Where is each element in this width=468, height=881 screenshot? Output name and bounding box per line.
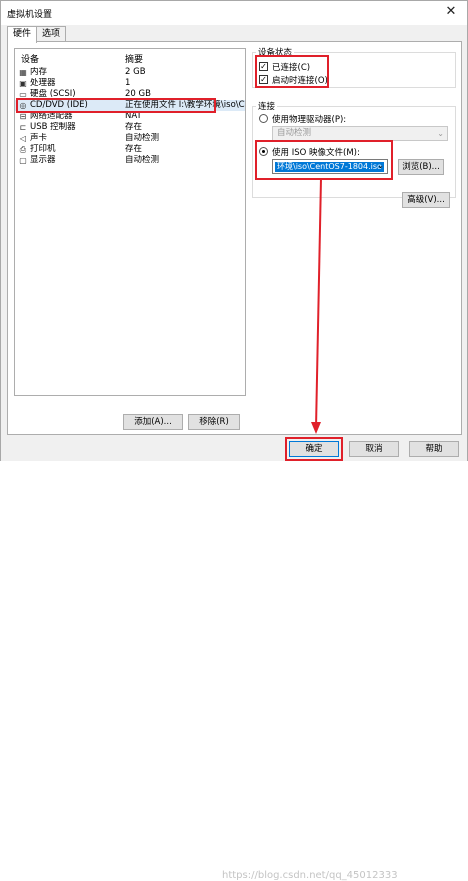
- iso-image-label: 使用 ISO 映像文件(M):: [272, 148, 360, 158]
- annotation-arrow: [311, 177, 322, 434]
- tab-options[interactable]: 选项: [36, 26, 67, 42]
- tab-strip: 硬件 选项: [7, 26, 67, 43]
- device-name: USB 控制器: [30, 122, 76, 132]
- iso-path-combobox[interactable]: 环境\iso\CentOS7-1804.iso ⌄: [272, 159, 388, 174]
- add-device-button[interactable]: 添加(A)...: [123, 414, 183, 430]
- help-button[interactable]: 帮助: [409, 441, 459, 457]
- device-name: 网络适配器: [30, 111, 73, 121]
- remove-device-button[interactable]: 移除(R): [188, 414, 240, 430]
- cdrom-icon: ◎: [19, 101, 27, 110]
- device-row-usb[interactable]: ⊏ USB 控制器 存在: [15, 122, 245, 133]
- device-name: CD/DVD (IDE): [30, 100, 88, 110]
- device-row-harddisk[interactable]: ▭ 硬盘 (SCSI) 20 GB: [15, 89, 245, 100]
- physical-drive-select[interactable]: 自动检测 ⌄: [272, 126, 448, 141]
- device-row-sound[interactable]: ◁ 声卡 自动检测: [15, 133, 245, 144]
- chevron-down-icon: ⌄: [437, 129, 444, 138]
- hardware-panel: 设备 摘要 ▦ 内存 2 GB ▣ 处理器 1 ▭ 硬盘 (SCSI) 20 G…: [7, 41, 462, 435]
- device-row-network[interactable]: ⊟ 网络适配器 NAT: [15, 111, 245, 122]
- connection-title: 连接: [256, 100, 278, 112]
- watermark-text: https://blog.csdn.net/qq_45012333: [222, 870, 398, 881]
- sound-icon: ◁: [19, 134, 27, 143]
- device-summary: 自动检测: [125, 155, 160, 165]
- device-status-title: 设备状态: [256, 46, 295, 58]
- ok-button[interactable]: 确定: [289, 441, 339, 457]
- device-summary: 自动检测: [125, 133, 160, 143]
- printer-icon: ⎙: [19, 145, 27, 154]
- device-name: 显示器: [30, 155, 56, 165]
- device-summary: 正在使用文件 I:\教学环境\iso\C...: [125, 100, 245, 110]
- device-summary: 存在: [125, 122, 143, 132]
- column-device: 设备: [21, 55, 40, 65]
- connected-checkbox[interactable]: ✓: [259, 62, 268, 71]
- device-name: 打印机: [30, 144, 56, 154]
- vm-settings-dialog: 虚拟机设置 ✕ 硬件 选项 设备 摘要 ▦ 内存 2 GB ▣ 处理器 1 ▭: [0, 0, 468, 881]
- connected-label: 已连接(C): [272, 63, 311, 73]
- device-summary: 存在: [125, 144, 143, 154]
- dialog-footer: https://blog.csdn.net/qq_45012333 确定 取消 …: [1, 435, 467, 881]
- device-row-printer[interactable]: ⎙ 打印机 存在: [15, 144, 245, 155]
- connect-at-power-on-label: 启动时连接(O): [272, 76, 328, 86]
- cancel-button[interactable]: 取消: [349, 441, 399, 457]
- close-icon[interactable]: ✕: [443, 4, 459, 20]
- device-list-header: 设备 摘要: [15, 52, 245, 65]
- device-name: 声卡: [30, 133, 48, 143]
- chevron-down-icon: ⌄: [377, 161, 384, 170]
- device-summary: NAT: [125, 111, 142, 121]
- device-row-display[interactable]: ▢ 显示器 自动检测: [15, 155, 245, 166]
- harddisk-icon: ▭: [19, 90, 27, 99]
- browse-button[interactable]: 浏览(B)...: [398, 159, 444, 175]
- physical-drive-radio[interactable]: [259, 114, 268, 123]
- device-row-processor[interactable]: ▣ 处理器 1: [15, 78, 245, 89]
- column-summary: 摘要: [125, 55, 144, 65]
- device-list[interactable]: 设备 摘要 ▦ 内存 2 GB ▣ 处理器 1 ▭ 硬盘 (SCSI) 20 G…: [14, 48, 246, 396]
- display-icon: ▢: [19, 156, 27, 165]
- iso-path-value: 环境\iso\CentOS7-1804.iso: [275, 162, 384, 172]
- title-bar: 虚拟机设置 ✕: [1, 1, 467, 25]
- device-name: 内存: [30, 67, 48, 77]
- advanced-button[interactable]: 高级(V)...: [402, 192, 450, 208]
- processor-icon: ▣: [19, 79, 27, 88]
- window-title: 虚拟机设置: [7, 9, 53, 20]
- memory-icon: ▦: [19, 68, 27, 77]
- device-summary: 20 GB: [125, 89, 151, 99]
- physical-drive-value: 自动检测: [277, 128, 312, 138]
- device-summary: 1: [125, 78, 131, 88]
- device-row-memory[interactable]: ▦ 内存 2 GB: [15, 67, 245, 78]
- device-name: 处理器: [30, 78, 56, 88]
- iso-image-radio[interactable]: [259, 147, 268, 156]
- physical-drive-label: 使用物理驱动器(P):: [272, 115, 347, 125]
- tab-hardware[interactable]: 硬件: [7, 26, 38, 43]
- usb-icon: ⊏: [19, 123, 27, 132]
- connect-at-power-on-checkbox[interactable]: ✓: [259, 75, 268, 84]
- device-name: 硬盘 (SCSI): [30, 89, 76, 99]
- network-icon: ⊟: [19, 112, 27, 121]
- device-summary: 2 GB: [125, 67, 146, 77]
- device-row-cdrom[interactable]: ◎ CD/DVD (IDE) 正在使用文件 I:\教学环境\iso\C...: [15, 100, 245, 111]
